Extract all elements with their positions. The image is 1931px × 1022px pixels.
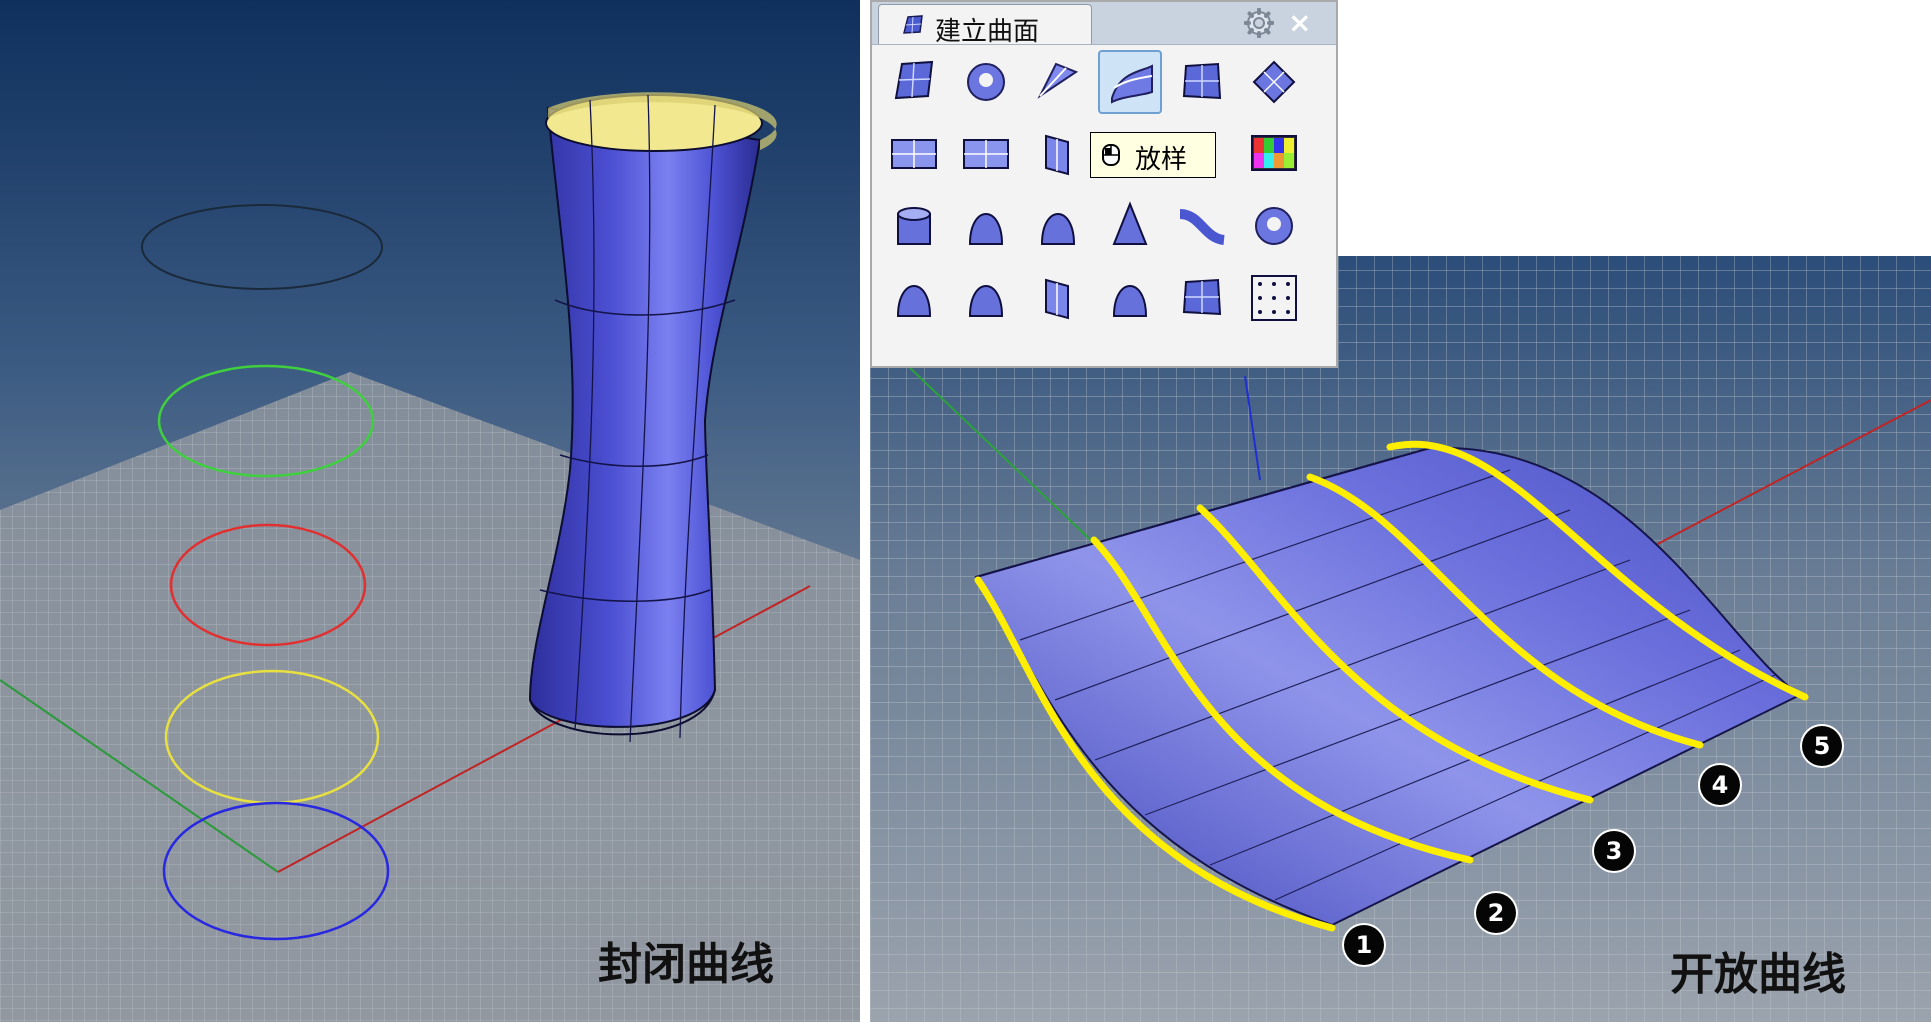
plane-3pt-icon-glyph: [963, 139, 1009, 169]
curve-marker-2: 2: [1476, 893, 1516, 933]
caption-closed-curves: 封闭曲线: [598, 939, 774, 990]
network-surface-icon[interactable]: [1242, 50, 1306, 114]
surface-toolbar-panel: 建立曲面 × 放样: [870, 0, 1338, 368]
blend-surface-icon-glyph: [1112, 285, 1148, 317]
panel-title: 建立曲面: [935, 17, 1040, 47]
extrude-curve-icon-glyph: [897, 207, 931, 245]
bend-icon[interactable]: [1026, 266, 1090, 330]
heightfield-icon[interactable]: [1242, 122, 1306, 186]
caption-open-curves: 开放曲线: [1670, 949, 1846, 1000]
plane-icon-glyph: [891, 139, 937, 169]
sweep-1-rail-icon[interactable]: [882, 266, 946, 330]
sweep-2-rail-icon-glyph: [968, 285, 1004, 317]
sweep-1-rail-icon-glyph: [896, 285, 932, 317]
blend-surface-icon[interactable]: [1098, 266, 1162, 330]
rail-revolve-icon-glyph: [1040, 213, 1076, 245]
extrude-curve-icon[interactable]: [882, 194, 946, 258]
surface-from-points-icon[interactable]: [882, 50, 946, 114]
panel-header: 建立曲面 ×: [872, 2, 1336, 47]
surface-tab-icon: [903, 15, 923, 34]
viewport-divider: [860, 0, 870, 1022]
drape-icon-glyph: [1255, 207, 1293, 245]
network-surface-icon-glyph: [1252, 60, 1296, 104]
point-grid-icon-glyph: [1251, 275, 1297, 321]
sweep-2-rail-icon[interactable]: [954, 266, 1018, 330]
loft-icon[interactable]: [1098, 50, 1162, 114]
sweep-rail-icon-glyph: [1037, 62, 1079, 99]
revolve-icon-glyph: [968, 213, 1004, 245]
gear-icon[interactable]: [1244, 8, 1274, 38]
vertical-plane-icon-glyph: [1045, 134, 1069, 176]
curve-marker-3: 3: [1594, 831, 1634, 871]
bend-icon-glyph: [1045, 278, 1069, 320]
curve-marker-5: 5: [1802, 726, 1842, 766]
drape-icon[interactable]: [1242, 194, 1306, 258]
vertical-plane-icon[interactable]: [1026, 122, 1090, 186]
viewport-closed-curves[interactable]: 封闭曲线: [0, 0, 860, 1022]
viewport-closed-scene: [0, 0, 860, 1022]
mouse-button-icon: [1102, 144, 1120, 166]
close-icon[interactable]: ×: [1288, 6, 1311, 39]
viewport-open-curves[interactable]: 1 2 3 4 5 开放曲线 建立曲面 × 放样: [870, 0, 1931, 1022]
cone-icon-glyph: [1112, 201, 1148, 245]
patch-grid-icon[interactable]: [1170, 266, 1234, 330]
rail-revolve-icon[interactable]: [1026, 194, 1090, 258]
sweep-1-icon[interactable]: [1170, 194, 1234, 258]
sweep-1-icon-glyph: [1179, 209, 1226, 245]
plane-3pt-icon[interactable]: [954, 122, 1018, 186]
point-grid-icon[interactable]: [1242, 266, 1306, 330]
patch-grid-icon-glyph: [1182, 278, 1222, 316]
patch-icon-glyph: [967, 63, 1005, 101]
edge-surface-icon[interactable]: [1170, 50, 1234, 114]
loft-icon-glyph: [1111, 64, 1153, 104]
tooltip-loft: 放样: [1090, 132, 1216, 178]
tooltip-text: 放样: [1135, 145, 1188, 175]
curve-marker-1: 1: [1344, 925, 1384, 965]
revolve-icon[interactable]: [954, 194, 1018, 258]
tab-build-surface[interactable]: 建立曲面: [878, 4, 1092, 47]
edge-surface-icon-glyph: [1182, 62, 1222, 100]
surface-from-points-icon-glyph: [894, 60, 934, 100]
patch-icon[interactable]: [954, 50, 1018, 114]
plane-icon[interactable]: [882, 122, 946, 186]
heightfield-icon-glyph: [1251, 135, 1297, 171]
sweep-rail-icon[interactable]: [1026, 50, 1090, 114]
cone-icon[interactable]: [1098, 194, 1162, 258]
curve-marker-4: 4: [1700, 765, 1740, 805]
